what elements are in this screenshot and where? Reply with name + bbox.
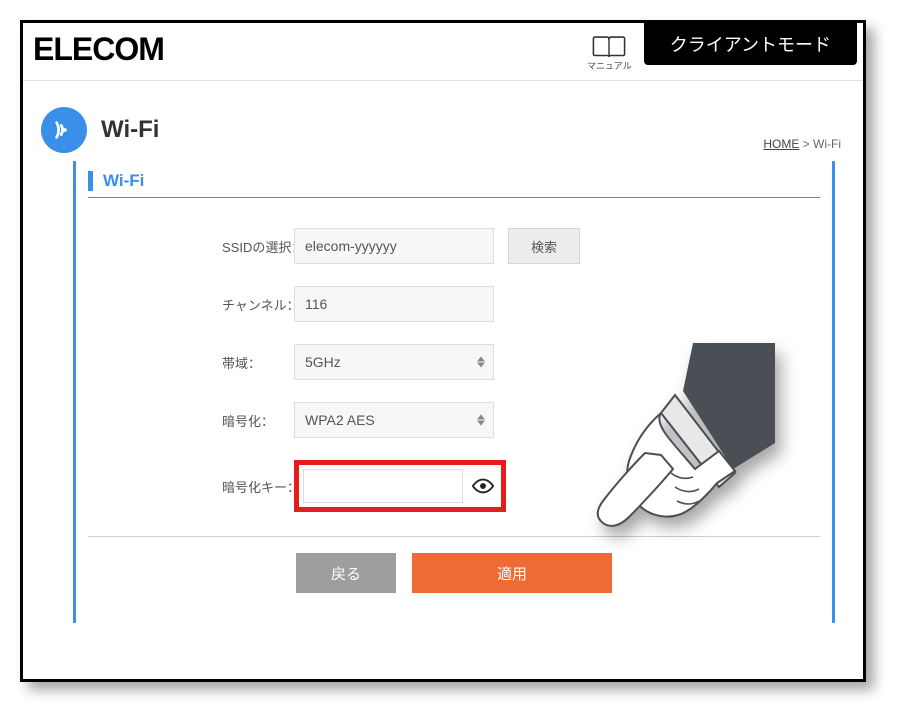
row-encryption: 暗号化： WPA2 AES bbox=[104, 402, 804, 438]
breadcrumb-current: Wi-Fi bbox=[813, 137, 841, 151]
row-ssid: SSIDの選択： elecom-yyyyyy 検索 bbox=[104, 228, 804, 264]
back-button[interactable]: 戻る bbox=[296, 553, 396, 593]
chevron-updown-icon bbox=[477, 357, 485, 368]
band-label: 帯域： bbox=[104, 353, 294, 372]
key-label: 暗号化キー： bbox=[104, 477, 294, 496]
page-title: Wi-Fi bbox=[101, 116, 159, 144]
title-row: Wi-Fi HOME > Wi-Fi bbox=[23, 81, 863, 161]
wifi-form: SSIDの選択： elecom-yyyyyy 検索 チャンネル： 116 帯域：… bbox=[76, 228, 832, 512]
app-window: ELECOM マニュアル クライアントモード Wi-Fi HOME > Wi-F… bbox=[20, 20, 866, 682]
section-title: Wi-Fi bbox=[76, 161, 832, 197]
brand-logo: ELECOM bbox=[23, 23, 164, 80]
divider bbox=[88, 197, 820, 198]
breadcrumb-home[interactable]: HOME bbox=[763, 137, 799, 151]
content-card: Wi-Fi SSIDの選択： elecom-yyyyyy 検索 チャンネル： 1… bbox=[73, 161, 835, 623]
button-bar: 戻る 適用 bbox=[88, 536, 820, 593]
search-button[interactable]: 検索 bbox=[508, 228, 580, 264]
channel-label: チャンネル： bbox=[104, 295, 294, 314]
key-highlight-box bbox=[294, 460, 506, 512]
ssid-input[interactable]: elecom-yyyyyy bbox=[294, 228, 494, 264]
row-band: 帯域： 5GHz bbox=[104, 344, 804, 380]
eye-icon bbox=[472, 478, 494, 494]
key-input[interactable] bbox=[303, 469, 463, 503]
toggle-visibility-button[interactable] bbox=[469, 472, 497, 500]
mode-badge: クライアントモード bbox=[644, 23, 857, 65]
manual-link[interactable]: マニュアル bbox=[575, 23, 644, 80]
ssid-label: SSIDの選択： bbox=[104, 237, 294, 256]
header: ELECOM マニュアル クライアントモード bbox=[23, 23, 863, 81]
row-key: 暗号化キー： bbox=[104, 460, 804, 512]
encryption-select[interactable]: WPA2 AES bbox=[294, 402, 494, 438]
manual-label: マニュアル bbox=[587, 59, 632, 72]
row-channel: チャンネル： 116 bbox=[104, 286, 804, 322]
book-icon bbox=[592, 35, 626, 59]
wifi-icon bbox=[53, 119, 75, 141]
band-select[interactable]: 5GHz bbox=[294, 344, 494, 380]
wifi-icon-bubble bbox=[41, 107, 87, 153]
channel-value: 116 bbox=[294, 286, 494, 322]
encryption-label: 暗号化： bbox=[104, 411, 294, 430]
chevron-updown-icon bbox=[477, 415, 485, 426]
breadcrumb: HOME > Wi-Fi bbox=[763, 137, 841, 151]
apply-button[interactable]: 適用 bbox=[412, 553, 612, 593]
